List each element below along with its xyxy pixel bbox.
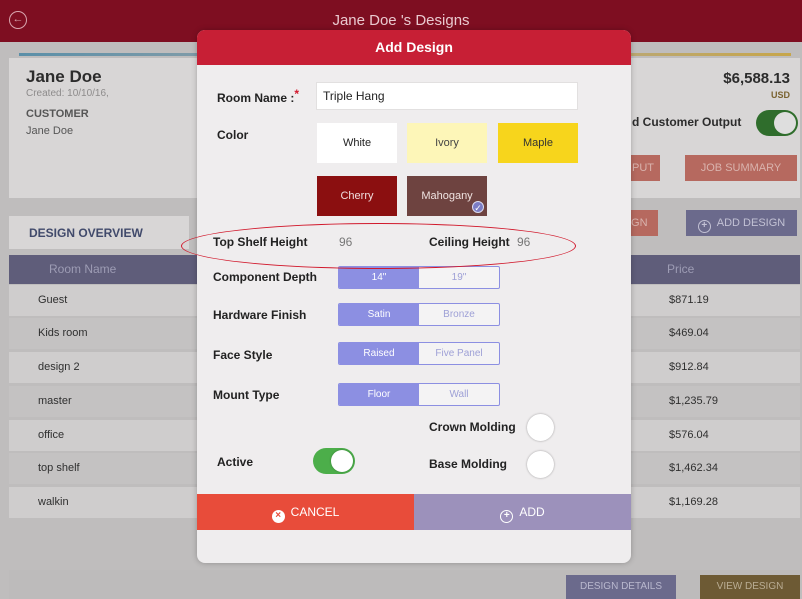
row-price: $912.84 [669,361,709,373]
base-molding-toggle[interactable] [527,451,554,478]
mount-type-label: Mount Type [213,388,280,402]
component-depth-option-19[interactable]: 19" [419,267,499,288]
row-room-name: Guest [38,294,68,306]
customer-label: CUSTOMER [26,108,89,120]
mount-type-selector: Floor Wall [338,383,500,406]
design-button[interactable]: IGN [628,210,658,236]
row-price: $1,169.28 [669,496,718,508]
row-price: $1,462.34 [669,462,718,474]
hardware-finish-option-bronze[interactable]: Bronze [419,304,499,325]
customer-output-label: d Customer Output [632,115,742,129]
face-style-selector: Raised Five Panel [338,342,500,365]
add-button[interactable]: + ADD [414,494,631,530]
mount-type-option-floor[interactable]: Floor [339,384,419,405]
required-marker: * [294,87,300,101]
add-design-button[interactable]: + ADD DESIGN [686,210,797,236]
crown-molding-toggle[interactable] [527,414,554,441]
row-room-name: Kids room [38,327,88,339]
mount-type-option-wall[interactable]: Wall [419,384,499,405]
crown-molding-label: Crown Molding [429,420,516,434]
room-name-label: Room Name :* [217,87,299,105]
total-price: $6,588.13 [723,70,790,87]
cancel-label: CANCEL [290,505,340,519]
row-room-name: master [38,395,72,407]
row-price: $871.19 [669,294,709,306]
component-depth-selector: 14" 19" [338,266,500,289]
column-price: Price [667,262,695,276]
component-depth-label: Component Depth [213,270,317,284]
row-price: $469.04 [669,327,709,339]
hardware-finish-label: Hardware Finish [213,308,307,322]
face-style-option-raised[interactable]: Raised [339,343,419,364]
row-room-name: office [38,429,65,441]
toggle-knob [331,450,353,472]
back-arrow-icon[interactable]: ← [9,11,27,29]
customer-name: Jane Doe [26,67,102,86]
face-style-option-five-panel[interactable]: Five Panel [419,343,499,364]
color-swatch-ivory[interactable]: Ivory [407,123,487,163]
room-name-label-text: Room Name : [217,91,295,105]
view-design-button[interactable]: VIEW DESIGN [700,575,800,599]
color-label: Color [217,128,249,142]
face-style-label: Face Style [213,348,273,362]
active-toggle[interactable] [313,448,355,474]
color-swatch-mahogany[interactable]: Mahogany ✓ [407,176,487,216]
color-swatch-maple[interactable]: Maple [498,123,578,163]
color-swatch-mahogany-label: Mahogany [421,190,473,202]
plus-circle-icon: + [697,220,711,233]
cancel-circle-icon: × [271,510,285,523]
toggle-knob [774,112,796,134]
row-price: $1,235.79 [669,395,718,407]
currency-label: USD [770,90,790,100]
bottom-bar [9,570,800,599]
add-design-dialog: Add Design Room Name :* Color White Ivor… [197,30,631,563]
add-design-label: ADD DESIGN [716,217,786,229]
tab-design-overview-label: DESIGN OVERVIEW [29,226,143,240]
row-room-name: walkin [38,496,69,508]
room-name-input[interactable] [316,82,578,110]
active-label: Active [217,455,254,469]
customer-created-date: Created: 10/10/16, [26,88,109,99]
customer-output-toggle[interactable] [756,110,798,136]
dialog-title: Add Design [197,30,631,65]
highlight-annotation-ellipse [181,223,576,269]
base-molding-label: Base Molding [429,457,508,471]
hardware-finish-selector: Satin Bronze [338,303,500,326]
plus-circle-icon: + [500,510,514,523]
add-label: ADD [519,505,545,519]
cancel-button[interactable]: × CANCEL [197,494,414,530]
row-room-name: top shelf [38,462,80,474]
row-price: $576.04 [669,429,709,441]
job-summary-button[interactable]: JOB SUMMARY [685,155,797,181]
design-details-button[interactable]: DESIGN DETAILS [566,575,676,599]
tab-design-overview[interactable]: DESIGN OVERVIEW [9,216,189,249]
row-room-name: design 2 [38,361,80,373]
color-swatch-white[interactable]: White [317,123,397,163]
color-swatch-cherry[interactable]: Cherry [317,176,397,216]
check-circle-icon: ✓ [472,201,484,213]
hardware-finish-option-satin[interactable]: Satin [339,304,419,325]
column-room-name: Room Name [49,262,117,276]
component-depth-option-14[interactable]: 14" [339,267,419,288]
customer-value: Jane Doe [26,125,74,137]
